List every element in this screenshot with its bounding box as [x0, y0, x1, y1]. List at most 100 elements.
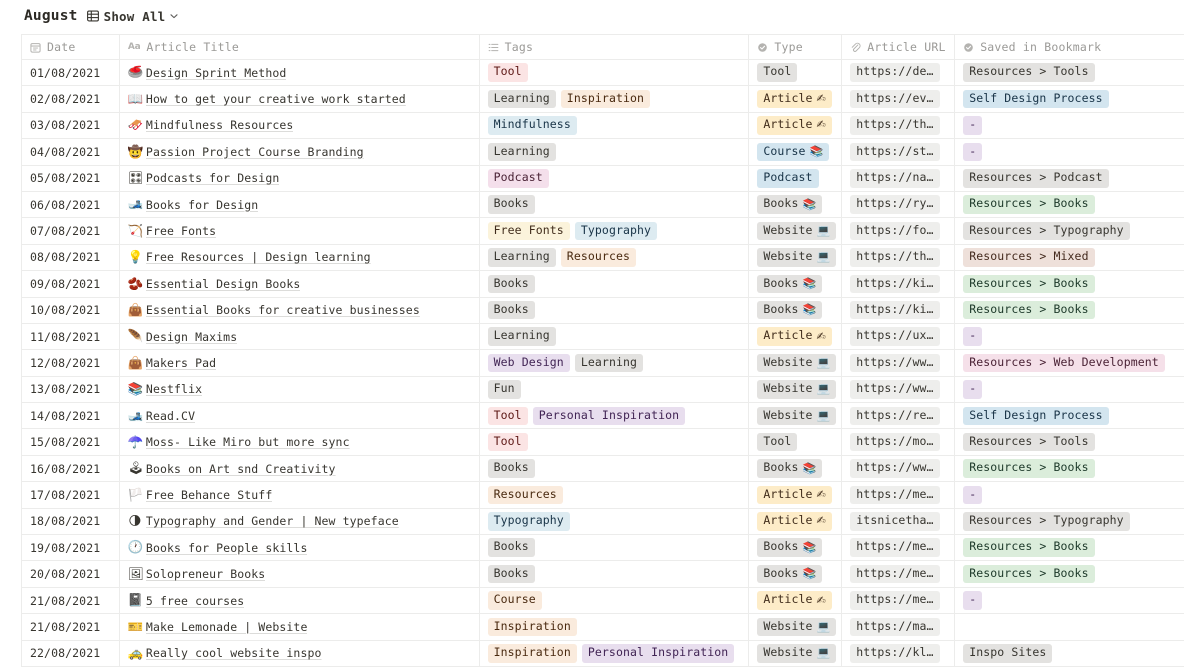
cell-type[interactable]: Books 📚 — [749, 297, 843, 323]
cell-date[interactable]: 02/08/2021 — [22, 86, 120, 112]
cell-date[interactable]: 13/08/2021 — [22, 376, 120, 403]
cell-type[interactable]: Article ✍ — [749, 112, 843, 139]
article-url-value[interactable]: https://me… — [850, 591, 940, 610]
cell-tags[interactable]: Learning — [480, 139, 750, 165]
table-row[interactable]: 16/08/2021 🕹 Books on Art snd Creativity Bo… — [22, 455, 1184, 483]
cell-tags[interactable]: Free Fonts Typography — [480, 218, 750, 244]
cell-article-url[interactable]: https://ux… — [842, 323, 956, 350]
cell-tags[interactable]: Books — [480, 561, 750, 587]
article-url-value[interactable]: https://st… — [850, 142, 940, 162]
article-title-link[interactable]: Passion Project Course Branding — [146, 145, 364, 159]
article-title-link[interactable]: Moss- Like Miro but more sync — [146, 435, 350, 449]
cell-type[interactable]: Article ✍ — [749, 86, 843, 112]
article-url-value[interactable]: https://fo… — [850, 221, 940, 241]
article-url-value[interactable]: https://th… — [850, 116, 940, 135]
cell-date[interactable]: 04/08/2021 — [22, 139, 120, 165]
cell-saved-in-bookmark[interactable]: - — [955, 139, 1184, 164]
table-row[interactable]: 07/08/2021 🏹 Free Fonts Free Fonts Typograph… — [22, 218, 1184, 245]
cell-tags[interactable]: Resources — [480, 482, 750, 508]
article-title-link[interactable]: Books for People skills — [146, 541, 308, 555]
cell-type[interactable]: Website 💻 — [749, 218, 843, 244]
cell-tags[interactable]: Books — [480, 297, 750, 323]
cell-article-title[interactable]: 🤠 Passion Project Course Branding — [120, 139, 480, 165]
cell-type[interactable]: Podcast — [749, 165, 843, 191]
cell-saved-in-bookmark[interactable] — [955, 614, 1184, 639]
cell-date[interactable]: 15/08/2021 — [22, 429, 120, 455]
table-row[interactable]: 15/08/2021 ☂️ Moss- Like Miro but more syn… — [22, 429, 1184, 456]
cell-date[interactable]: 19/08/2021 — [22, 535, 120, 561]
cell-article-url[interactable]: https://me… — [842, 482, 956, 508]
table-row[interactable]: 21/08/2021 📓 5 free courses Course Article ✍ h… — [22, 587, 1184, 615]
cell-type[interactable]: Website 💻 — [749, 376, 843, 403]
cell-tags[interactable]: Tool — [480, 60, 750, 86]
article-url-value[interactable]: https://th… — [850, 248, 940, 267]
cell-date[interactable]: 03/08/2021 — [22, 112, 120, 139]
cell-article-title[interactable]: 💡 Free Resources | Design learning — [120, 244, 480, 271]
cell-article-title[interactable]: 📚 Nestflix — [120, 376, 480, 403]
cell-saved-in-bookmark[interactable]: Resources > Books — [955, 271, 1184, 296]
table-row[interactable]: 06/08/2021 🎿 Books for Design Books Books 📚 ht… — [22, 191, 1184, 219]
article-title-link[interactable]: Makers Pad — [146, 356, 216, 370]
cell-tags[interactable]: Typography — [480, 508, 750, 535]
table-row[interactable]: 08/08/2021 💡 Free Resources | Design learn… — [22, 244, 1184, 272]
cell-saved-in-bookmark[interactable]: Resources > Web Development — [955, 350, 1184, 375]
table-row[interactable]: 22/08/2021 🚕 Really cool website inspo Insp… — [22, 640, 1184, 667]
cell-tags[interactable]: Books — [480, 191, 750, 218]
article-title-link[interactable]: Essential Books for creative businesses — [146, 303, 420, 317]
cell-tags[interactable]: Books — [480, 271, 750, 297]
cell-article-title[interactable]: 🏳️ Free Behance Stuff — [120, 482, 480, 508]
cell-saved-in-bookmark[interactable]: Resources > Books — [955, 456, 1184, 481]
cell-date[interactable]: 18/08/2021 — [22, 508, 120, 535]
cell-article-url[interactable]: https://ma… — [842, 614, 956, 640]
cell-tags[interactable]: Mindfulness — [480, 112, 750, 139]
cell-article-url[interactable]: https://ki… — [842, 271, 956, 297]
cell-article-url[interactable]: https://fo… — [842, 218, 956, 244]
table-row[interactable]: 03/08/2021 🛷 Mindfulness Resources Mindfuln… — [22, 112, 1184, 140]
cell-article-title[interactable]: 🕹 Books on Art snd Creativity — [120, 455, 480, 482]
cell-article-title[interactable]: 🌗 Typography and Gender | New typeface — [120, 508, 480, 535]
cell-tags[interactable]: Inspiration — [480, 614, 750, 640]
table-row[interactable]: 02/08/2021 📖 How to get your creative work… — [22, 86, 1184, 113]
cell-tags[interactable]: Books — [480, 535, 750, 561]
cell-article-title[interactable]: 🎛 Podcasts for Design — [120, 165, 480, 191]
cell-tags[interactable]: Fun — [480, 376, 750, 403]
cell-type[interactable]: Website 💻 — [749, 403, 843, 429]
cell-saved-in-bookmark[interactable]: - — [955, 113, 1184, 138]
article-title-link[interactable]: Podcasts for Design — [146, 171, 279, 185]
cell-type[interactable]: Tool — [749, 429, 843, 455]
cell-date[interactable]: 21/08/2021 — [22, 614, 120, 640]
cell-article-title[interactable]: 👜 Essential Books for creative businesses — [120, 297, 480, 323]
article-url-value[interactable]: https://ww… — [850, 353, 940, 373]
table-row[interactable]: 12/08/2021 👜 Makers Pad Web Design Learning W… — [22, 350, 1184, 377]
article-title-link[interactable]: Free Resources | Design learning — [146, 250, 371, 264]
column-header-date[interactable]: Date — [22, 35, 120, 59]
article-title-link[interactable]: Books on Art snd Creativity — [146, 462, 336, 476]
cell-tags[interactable]: Books — [480, 455, 750, 482]
cell-article-title[interactable]: 🥌 Design Sprint Method — [120, 60, 480, 86]
cell-article-title[interactable]: 🎿 Read.CV — [120, 403, 480, 429]
cell-saved-in-bookmark[interactable]: Resources > Books — [955, 535, 1184, 560]
article-title-link[interactable]: Solopreneur Books — [146, 567, 265, 581]
article-title-link[interactable]: Design Sprint Method — [146, 66, 286, 80]
cell-type[interactable]: Books 📚 — [749, 191, 843, 218]
cell-article-title[interactable]: ☂️ Moss- Like Miro but more sync — [120, 429, 480, 455]
article-title-link[interactable]: Mindfulness Resources — [146, 118, 294, 132]
article-url-value[interactable]: https://ki… — [850, 274, 940, 294]
article-title-link[interactable]: Free Fonts — [146, 224, 216, 238]
cell-saved-in-bookmark[interactable]: Resources > Books — [955, 561, 1184, 586]
cell-article-url[interactable]: https://mo… — [842, 429, 956, 455]
cell-article-url[interactable]: https://th… — [842, 112, 956, 139]
cell-saved-in-bookmark[interactable]: - — [955, 324, 1184, 349]
cell-date[interactable]: 11/08/2021 — [22, 323, 120, 350]
cell-article-title[interactable]: 👜 Makers Pad — [120, 350, 480, 376]
cell-article-url[interactable]: https://ev… — [842, 86, 956, 112]
article-url-value[interactable]: https://ma… — [850, 617, 940, 637]
cell-article-url[interactable]: https://ww… — [842, 455, 956, 482]
table-row[interactable]: 13/08/2021 📚 Nestflix Fun Website 💻 https://ww… — [22, 376, 1184, 404]
cell-article-url[interactable]: https://me… — [842, 587, 956, 614]
cell-type[interactable]: Books 📚 — [749, 455, 843, 482]
column-header-article-title[interactable]: Aa Article Title — [120, 35, 480, 59]
cell-date[interactable]: 09/08/2021 — [22, 271, 120, 297]
article-url-value[interactable]: https://me… — [850, 538, 940, 557]
cell-type[interactable]: Article ✍ — [749, 482, 843, 508]
